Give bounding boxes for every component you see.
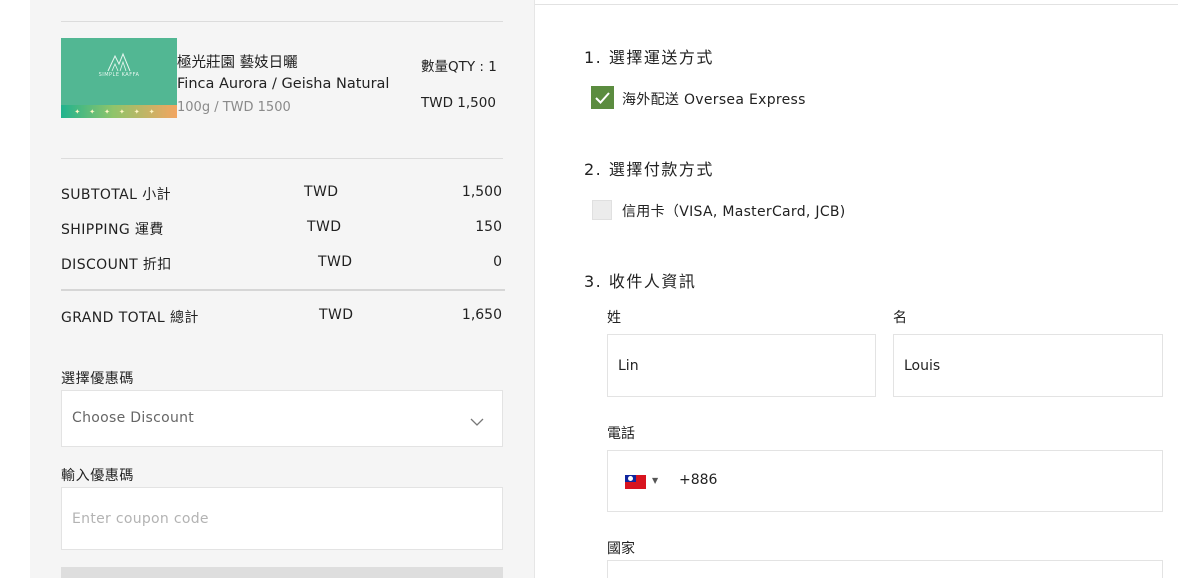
shipping-option-label[interactable]: 海外配送 Oversea Express xyxy=(622,89,806,109)
phone-dial-code: +886 xyxy=(679,472,718,488)
product-image: SIMPLE KAFFA ✦✦✦✦✦✦ xyxy=(61,38,177,118)
product-size-price: 100g / TWD 1500 xyxy=(177,100,291,115)
discount-select-label: 選擇優惠碼 xyxy=(61,371,134,387)
subtotal-currency: TWD xyxy=(304,184,339,200)
divider xyxy=(61,289,505,291)
shipping-fee-label: SHIPPING 運費 xyxy=(61,222,164,238)
shipping-fee-currency: TWD xyxy=(307,219,342,235)
payment-checkbox[interactable] xyxy=(592,200,612,220)
subtotal-value: 1,500 xyxy=(461,184,502,200)
discount-currency: TWD xyxy=(318,254,353,270)
mountain-logo-icon xyxy=(107,52,131,72)
checkmark-icon xyxy=(595,92,610,104)
country-select[interactable] xyxy=(607,560,1163,578)
grand-total-label: GRAND TOTAL 總計 xyxy=(61,310,199,326)
flag-canton xyxy=(625,475,636,482)
coupon-input[interactable] xyxy=(61,487,503,550)
chevron-down-icon xyxy=(470,412,484,431)
grand-total-value: 1,650 xyxy=(461,307,502,323)
first-name-label: 名 xyxy=(893,310,907,326)
discount-select-value: Choose Discount xyxy=(72,410,195,426)
payment-method-title: 2. 選擇付款方式 xyxy=(584,160,714,179)
flag-sun xyxy=(628,476,633,481)
phone-label: 電話 xyxy=(607,426,635,442)
star-decoration-icon: ✦✦✦✦✦✦ xyxy=(74,108,164,116)
product-subtitle: Finca Aurora / Geisha Natural xyxy=(177,76,390,92)
divider xyxy=(61,158,503,159)
product-quantity: 數量QTY : 1 xyxy=(421,59,497,75)
grand-total-currency: TWD xyxy=(319,307,354,323)
last-name-label: 姓 xyxy=(607,310,621,326)
first-name-input[interactable] xyxy=(893,334,1163,397)
shipping-fee-value: 150 xyxy=(475,219,502,235)
country-label: 國家 xyxy=(607,541,635,557)
recipient-info-title: 3. 收件人資訊 xyxy=(584,272,697,291)
discount-label: DISCOUNT 折扣 xyxy=(61,257,172,273)
coupon-input-label: 輸入優惠碼 xyxy=(61,468,134,484)
brand-logo: SIMPLE KAFFA xyxy=(61,52,177,78)
last-name-input[interactable] xyxy=(607,334,876,397)
product-name: 極光莊園 藝妓日曬 xyxy=(177,55,298,71)
divider xyxy=(61,21,503,22)
phone-field[interactable]: ▼ +886 xyxy=(607,450,1163,512)
top-divider xyxy=(535,4,1178,5)
discount-value: 0 xyxy=(493,254,502,270)
shipping-method-title: 1. 選擇運送方式 xyxy=(584,48,714,67)
product-price: TWD 1,500 xyxy=(421,95,496,111)
taiwan-flag-icon[interactable] xyxy=(625,475,646,489)
brand-logo-text: SIMPLE KAFFA xyxy=(98,72,140,78)
discount-select[interactable]: Choose Discount xyxy=(61,390,503,447)
shipping-checkbox[interactable] xyxy=(591,86,614,109)
caret-down-icon[interactable]: ▼ xyxy=(652,476,658,485)
subtotal-label: SUBTOTAL 小計 xyxy=(61,187,172,203)
apply-coupon-button[interactable] xyxy=(61,567,503,578)
payment-option-label[interactable]: 信用卡（VISA, MasterCard, JCB) xyxy=(622,201,846,221)
